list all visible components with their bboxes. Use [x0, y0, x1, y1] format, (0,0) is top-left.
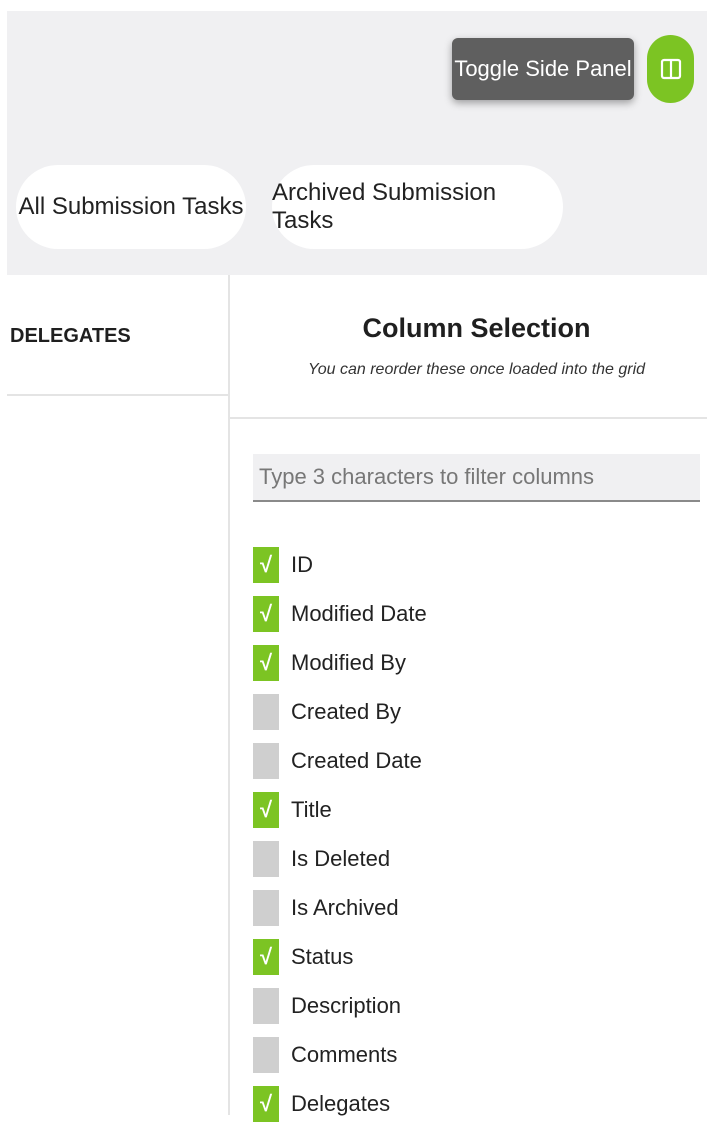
- checkbox-unchecked[interactable]: [253, 1036, 279, 1073]
- delegates-header[interactable]: DELEGATES: [10, 325, 131, 348]
- checkbox-unchecked[interactable]: [253, 693, 279, 730]
- column-option-label: Created Date: [291, 747, 422, 773]
- column-option[interactable]: √ Modified By: [253, 638, 427, 687]
- column-option-label: Is Deleted: [291, 845, 391, 871]
- checkbox-unchecked[interactable]: [253, 987, 279, 1024]
- checkbox-unchecked[interactable]: [253, 889, 279, 926]
- side-panel: DELEGATES: [7, 275, 230, 1115]
- column-option-label: Is Archived: [291, 894, 399, 920]
- column-option[interactable]: Created By: [253, 687, 427, 736]
- column-option[interactable]: Description: [253, 981, 427, 1030]
- column-selection-subtitle: You can reorder these once loaded into t…: [307, 361, 646, 378]
- checkbox-checked[interactable]: √: [253, 791, 279, 828]
- column-option[interactable]: √ Status: [253, 932, 427, 981]
- column-option-label: Created By: [291, 698, 402, 724]
- column-option-label: Comments: [291, 1041, 398, 1067]
- divider: [230, 417, 707, 419]
- tab-label: Archived Submission Tasks: [272, 179, 497, 234]
- checkbox-unchecked[interactable]: [253, 742, 279, 779]
- column-selection-title: Column Selection: [362, 313, 591, 343]
- column-option-label: Modified By: [291, 649, 406, 675]
- column-selection-panel: Column Selection You can reorder these o…: [230, 275, 707, 1122]
- column-option-label: ID: [291, 551, 313, 577]
- column-option-label: Title: [291, 796, 332, 822]
- checkbox-checked[interactable]: √: [253, 1085, 279, 1122]
- checkbox-checked[interactable]: √: [253, 595, 279, 632]
- column-option-label: Modified Date: [291, 600, 427, 626]
- column-list: √ ID √ Modified Date √ Modified By Created By C…: [253, 540, 427, 1128]
- tab-label: All Submission Tasks: [18, 193, 244, 220]
- checkbox-checked[interactable]: √: [253, 938, 279, 975]
- tab-archived-submission-tasks[interactable]: Archived Submission Tasks: [272, 165, 563, 249]
- side-panel-icon: [660, 58, 681, 80]
- toggle-side-panel-button[interactable]: [647, 35, 694, 103]
- divider: [7, 394, 228, 396]
- column-option[interactable]: Comments: [253, 1030, 427, 1079]
- checkbox-checked[interactable]: √: [253, 644, 279, 681]
- checkbox-checked[interactable]: √: [253, 546, 279, 583]
- column-option[interactable]: √ Modified Date: [253, 589, 427, 638]
- column-option[interactable]: Is Archived: [253, 883, 427, 932]
- column-option-label: Status: [291, 943, 354, 969]
- tab-all-submission-tasks[interactable]: All Submission Tasks: [16, 165, 246, 249]
- column-option[interactable]: √ Delegates: [253, 1079, 427, 1128]
- column-option[interactable]: √ ID: [253, 540, 427, 589]
- toggle-side-panel-tooltip: Toggle Side Panel: [452, 38, 634, 100]
- column-option-label: Delegates: [291, 1090, 391, 1116]
- column-option[interactable]: √ Title: [253, 785, 427, 834]
- column-option[interactable]: Is Deleted: [253, 834, 427, 883]
- column-option[interactable]: Created Date: [253, 736, 427, 785]
- tooltip-text: Toggle Side Panel: [454, 56, 632, 81]
- filter-columns-input[interactable]: [253, 454, 700, 502]
- checkbox-unchecked[interactable]: [253, 840, 279, 877]
- column-option-label: Description: [291, 992, 402, 1018]
